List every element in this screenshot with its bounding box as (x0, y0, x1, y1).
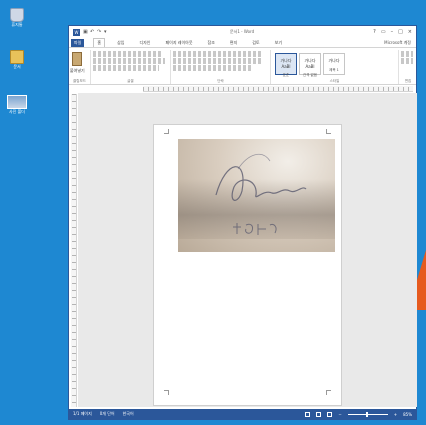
desktop: 휴지통 문서 사진 폴더 W ▣ ↶ ↷ ▾ 문서1 - Word ? ▭ – □ ×… (0, 0, 426, 425)
shading-buttons[interactable] (173, 65, 251, 71)
styles-group: 가나다AaBl 표준 가나다AaBl 간격 없음 가나다 제목 1 스타일 (271, 50, 399, 84)
group-label: 스타일 (329, 79, 340, 83)
font-group: 글꼴 (91, 50, 171, 84)
read-mode-icon[interactable] (305, 411, 311, 417)
tab-references[interactable]: 참조 (205, 39, 218, 47)
tab-mailings[interactable]: 편지 (227, 39, 240, 47)
editing-group: 편집 (399, 50, 417, 84)
margin-marker (164, 129, 169, 134)
recycle-bin-icon (10, 8, 24, 22)
find-button[interactable] (401, 51, 413, 57)
tab-review[interactable]: 검토 (249, 39, 262, 47)
font-name-box[interactable] (93, 51, 163, 57)
style-name: 제목 1 (329, 68, 339, 72)
paste-icon[interactable] (72, 52, 82, 66)
style-no-spacing[interactable]: 가나다AaBl 간격 없음 (299, 53, 321, 77)
window-controls: ? ▭ – □ × (373, 29, 412, 35)
group-label: 편집 (404, 79, 412, 83)
signature-stroke (233, 223, 277, 235)
help-button[interactable]: ? (373, 29, 376, 35)
desktop-icon-label: 문서 (13, 64, 21, 69)
list-buttons[interactable] (173, 51, 261, 57)
close-button[interactable]: × (408, 29, 412, 35)
style-sample: 가나다AaBl (280, 58, 292, 69)
group-label: 클립보드 (73, 79, 86, 83)
replace-button[interactable] (401, 58, 413, 64)
word-count[interactable]: 0개 단어 (100, 411, 115, 417)
tab-insert[interactable]: 삽입 (114, 39, 127, 47)
paragraph-group: 단락 (171, 50, 271, 84)
ribbon-display-button[interactable]: ▭ (381, 29, 386, 35)
web-layout-icon[interactable] (327, 411, 333, 417)
style-normal[interactable]: 가나다AaBl 표준 (275, 53, 297, 77)
tab-design[interactable]: 디자인 (136, 39, 153, 47)
font-color-buttons[interactable] (93, 65, 159, 71)
redo-icon[interactable]: ↷ (97, 29, 103, 35)
undo-icon[interactable]: ↶ (90, 29, 96, 35)
user-account[interactable]: Microsoft 계정 (384, 40, 411, 46)
zoom-out-icon[interactable]: − (338, 412, 341, 417)
margin-marker (326, 129, 331, 134)
group-label: 글꼴 (127, 79, 134, 83)
print-layout-icon[interactable] (316, 411, 322, 417)
signature-stroke (237, 153, 271, 170)
signature-photo[interactable] (178, 139, 335, 252)
page-count[interactable]: 1/1 페이지 (73, 411, 92, 417)
desktop-icon-label: 휴지통 (11, 22, 23, 27)
view-controls: − + 85% (305, 411, 412, 417)
zoom-in-icon[interactable]: + (394, 412, 397, 417)
language-indicator[interactable]: 한국어 (123, 411, 134, 417)
font-format-buttons[interactable] (93, 58, 165, 64)
desktop-icon-label: 사진 폴더 (9, 109, 25, 114)
style-name: 간격 없음 (303, 73, 317, 77)
photo-icon (7, 95, 27, 109)
clipboard-group: 붙여넣기 클립보드 (69, 50, 91, 84)
style-sample: 가나다AaBl (304, 58, 316, 69)
style-name: 표준 (282, 73, 290, 77)
tab-file[interactable]: 파일 (71, 38, 85, 47)
folder-icon (10, 50, 24, 64)
zoom-slider[interactable] (347, 411, 388, 417)
document-title: 문서1 - Word (229, 29, 255, 34)
customize-icon[interactable]: ▾ (104, 29, 110, 35)
word-window: W ▣ ↶ ↷ ▾ 문서1 - Word ? ▭ – □ × 파일 홈 삽입 디자인 … (68, 25, 417, 420)
ruler-ticks (143, 87, 413, 91)
signature-stroke (215, 166, 307, 201)
title-bar: W ▣ ↶ ↷ ▾ 문서1 - Word ? ▭ – □ × (69, 26, 416, 38)
document-page[interactable] (153, 124, 342, 406)
tab-view[interactable]: 보기 (272, 39, 285, 47)
word-app-icon[interactable]: W (73, 28, 80, 36)
margin-marker (164, 390, 169, 395)
minimize-button[interactable]: – (391, 29, 394, 35)
margin-marker (326, 390, 331, 395)
paste-label: 붙여넣기 (70, 68, 85, 73)
desktop-icon-photo[interactable]: 사진 폴더 (4, 95, 30, 115)
handwriting-strokes (215, 153, 307, 235)
zoom-level[interactable]: 85% (403, 412, 412, 417)
horizontal-ruler[interactable] (143, 86, 413, 92)
desktop-icon-recycle-bin[interactable]: 휴지통 (4, 8, 30, 28)
tab-home[interactable]: 홈 (93, 38, 106, 47)
tab-layout[interactable]: 페이지 레이아웃 (162, 39, 195, 47)
style-sample: 가나다 (328, 58, 340, 63)
vertical-ruler[interactable] (71, 94, 77, 407)
save-icon[interactable]: ▣ (83, 29, 89, 35)
document-canvas[interactable] (78, 93, 417, 407)
maximize-button[interactable]: □ (398, 29, 403, 35)
desktop-icon-folder[interactable]: 문서 (4, 50, 30, 70)
style-heading-1[interactable]: 가나다 제목 1 (323, 53, 345, 75)
ribbon-tabs: 파일 홈 삽입 디자인 페이지 레이아웃 참조 편지 검토 보기 Microso… (69, 38, 416, 47)
quick-access-toolbar: ▣ ↶ ↷ ▾ (83, 29, 111, 35)
group-label: 단락 (217, 79, 224, 83)
status-bar: 1/1 페이지 0개 단어 한국어 − + 85% (69, 409, 416, 419)
ribbon: 붙여넣기 클립보드 글꼴 단락 가나다AaBl 표준 가나다AaBl 간격 없음… (69, 47, 416, 85)
alignment-buttons[interactable] (173, 58, 263, 64)
ruler-ticks (72, 94, 76, 407)
